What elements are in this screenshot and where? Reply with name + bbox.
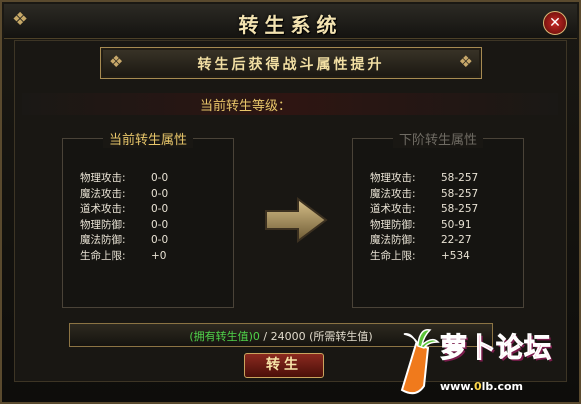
stat-row: 物理防御: 50-91 [370, 218, 478, 234]
current-attributes-title-text: 当前转生属性 [102, 133, 193, 148]
stat-name: 魔法防御: [80, 234, 126, 246]
stat-row: 物理防御: 0-0 [80, 218, 168, 234]
stat-value: 0-0 [151, 234, 169, 246]
stat-value: +534 [441, 249, 470, 262]
watermark-brand: 萝卜论坛 [440, 333, 552, 365]
watermark-logo: 萝卜论坛 www.0lb.com [392, 322, 580, 404]
stat-row: 魔法攻击: 58-257 [370, 187, 478, 203]
current-stat-list: 物理攻击: 0-0 魔法攻击: 0-0 道术攻击: 0-0 物理防御: 0-0 魔法防御… [80, 171, 168, 264]
level-row: 当前转生等级： [22, 93, 558, 115]
stat-value: 22-27 [441, 234, 472, 246]
stat-name: 魔法攻击: [370, 187, 416, 200]
close-button[interactable]: ✕ [543, 11, 567, 35]
stat-row: 生命上限: +0 [80, 249, 168, 265]
next-attributes-title-text: 下阶转生属性 [392, 133, 483, 148]
arrow-right-icon [265, 197, 328, 243]
title-bar: ❖ 转生系统 ✕ [4, 4, 577, 39]
current-attributes-title: 当前转生属性 [63, 129, 233, 148]
next-attributes-title: 下阶转生属性 [353, 129, 523, 148]
banner-ornament-right-icon: ❖ [458, 52, 473, 71]
stat-name: 物理防御: [80, 218, 126, 231]
carrot-icon [400, 329, 440, 395]
stat-name: 物理攻击: [370, 172, 416, 184]
stat-value: 58-257 [441, 172, 479, 184]
watermark-url-suffix: lb.com [481, 380, 523, 393]
stat-name: 生命上限: [370, 249, 416, 262]
watermark-url-mid: 0 [473, 380, 482, 393]
stat-value: 58-257 [441, 203, 479, 215]
next-stat-list: 物理攻击: 58-257 魔法攻击: 58-257 道术攻击: 58-257 物理防御… [370, 171, 478, 264]
stat-name: 魔法攻击: [80, 187, 126, 200]
stat-row: 物理攻击: 0-0 [80, 171, 168, 187]
stat-name: 道术攻击: [370, 203, 416, 215]
stat-value: 58-257 [441, 187, 479, 200]
stat-row: 魔法攻击: 0-0 [80, 187, 168, 203]
window-title: 转生系统 [238, 13, 343, 37]
stat-row: 道术攻击: 58-257 [370, 202, 478, 218]
stat-name: 生命上限: [80, 249, 126, 262]
stat-name: 物理防御: [370, 218, 416, 231]
stat-value: 0-0 [151, 172, 169, 184]
watermark-url: www.0lb.com [440, 380, 523, 393]
owned-points: (拥有转生值)0 [189, 330, 260, 343]
current-level-label: 当前转生等级： [200, 99, 292, 114]
stat-row: 魔法防御: 0-0 [80, 233, 168, 249]
stat-row: 生命上限: +534 [370, 249, 478, 265]
stat-name: 魔法防御: [370, 234, 416, 246]
rebirth-button[interactable]: 转生 [244, 353, 324, 378]
banner: ❖ 转生后获得战斗属性提升 ❖ [100, 47, 482, 79]
banner-text: 转生后获得战斗属性提升 [197, 57, 385, 73]
stat-row: 物理攻击: 58-257 [370, 171, 478, 187]
required-points: / 24000 (所需转生值) [259, 330, 373, 343]
stat-name: 道术攻击: [80, 203, 126, 215]
watermark-url-prefix: www. [440, 380, 474, 393]
stat-row: 道术攻击: 0-0 [80, 202, 168, 218]
next-attributes-panel: 下阶转生属性 物理攻击: 58-257 魔法攻击: 58-257 道术攻击: 58-2… [352, 133, 524, 308]
stat-name: 物理攻击: [80, 172, 126, 184]
stat-value: 50-91 [441, 218, 472, 231]
stat-row: 魔法防御: 22-27 [370, 233, 478, 249]
stat-value: 0-0 [151, 187, 169, 200]
stat-value: +0 [151, 249, 167, 262]
stat-value: 0-0 [151, 218, 169, 231]
current-attributes-panel: 当前转生属性 物理攻击: 0-0 魔法攻击: 0-0 道术攻击: 0-0 物理防御: 0… [62, 133, 234, 308]
stat-value: 0-0 [151, 203, 169, 215]
